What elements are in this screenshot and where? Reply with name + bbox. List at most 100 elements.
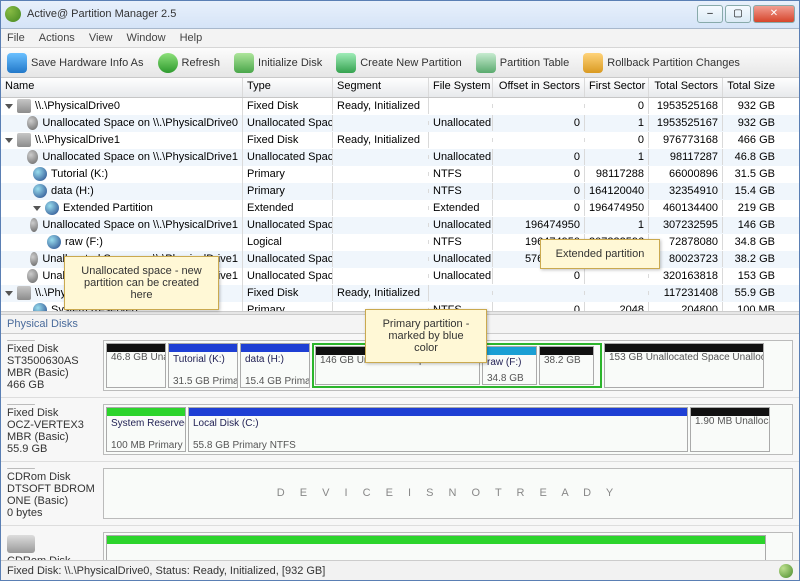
table-row[interactable]: \\.\PhysicalDrive0Fixed DiskReady, Initi… (1, 98, 799, 115)
column-header[interactable]: First Sector (585, 78, 649, 97)
toolbar-save[interactable]: Save Hardware Info As (7, 53, 144, 73)
unalloc-icon (30, 218, 38, 232)
part-icon (45, 201, 59, 215)
expand-icon[interactable] (5, 104, 13, 109)
table-row[interactable]: \\.\PhysicalDrive1Fixed DiskReady, Initi… (1, 132, 799, 149)
column-header[interactable]: Total Sectors (649, 78, 723, 97)
menu-window[interactable]: Window (126, 32, 165, 44)
partition-segment[interactable]: 38.2 GB (539, 346, 594, 385)
table-row[interactable]: Tutorial (K:)PrimaryNTFS0981172886600089… (1, 166, 799, 183)
partition-segment[interactable]: Tutorial (K:)31.5 GB Primary (168, 343, 238, 388)
partition-segment[interactable]: 1.90 MB Unallocated (690, 407, 770, 452)
expand-icon[interactable] (33, 206, 41, 211)
unalloc-icon (27, 116, 38, 130)
callout-extended: Extended partition (540, 239, 660, 269)
column-header[interactable]: Name (1, 78, 243, 97)
menu-file[interactable]: File (7, 32, 25, 44)
create-icon (336, 53, 356, 73)
window-buttons: – ▢ ✕ (697, 5, 795, 23)
unalloc-icon (30, 252, 38, 266)
column-header[interactable]: Segment (333, 78, 429, 97)
table-row[interactable]: Unallocated Space on \\.\PhysicalDrive1U… (1, 149, 799, 166)
partition-segment[interactable]: data (H:)15.4 GB Primary (240, 343, 310, 388)
segment-bar (605, 344, 763, 352)
disk-icon (7, 340, 35, 341)
table-row[interactable]: Unallocated Space on \\.\PhysicalDrive0U… (1, 115, 799, 132)
partition-segment[interactable]: raw (F:)34.8 GB (482, 346, 537, 385)
table-row[interactable]: Extended PartitionExtendedExtended019647… (1, 200, 799, 217)
app-icon (5, 6, 21, 22)
segment-bar (107, 408, 185, 416)
segment-bar (107, 344, 165, 352)
drive-icon (17, 99, 31, 113)
unalloc-icon (27, 269, 38, 283)
unalloc-icon (27, 150, 38, 164)
drive-icon (17, 286, 31, 300)
partition-segment[interactable]: 46.8 GB Unallocated (106, 343, 166, 388)
toolbar-rollback[interactable]: Rollback Partition Changes (583, 53, 740, 73)
close-button[interactable]: ✕ (753, 5, 795, 23)
toolbar-refresh[interactable]: Refresh (158, 53, 221, 73)
physical-disks-panel: Fixed DiskST3500630ASMBR (Basic)466 GB46… (1, 334, 799, 561)
partition-segment[interactable]: System Reserved100 MB Primary (106, 407, 186, 452)
save-icon (7, 53, 27, 73)
rollback-icon (583, 53, 603, 73)
segment-bar (107, 536, 765, 544)
disk-info: CDRom DiskDTSOFT BDROMONE (Basic)0 bytes (7, 468, 97, 519)
expand-icon[interactable] (5, 138, 13, 143)
titlebar: Active@ Partition Manager 2.5 – ▢ ✕ (1, 1, 799, 29)
disk-map[interactable]: D E V I C E I S N O T R E A D Y (103, 468, 793, 519)
toolbar-init[interactable]: Initialize Disk (234, 53, 322, 73)
disk-icon (7, 404, 35, 405)
status-corner-icon (779, 564, 793, 578)
drive-icon (17, 133, 31, 147)
grid-header: NameTypeSegmentFile SystemOffset in Sect… (1, 78, 799, 98)
disk-info: CDRom DiskDTSOFT BDROM (7, 532, 97, 561)
partition-segment[interactable]: Local Disk (C:)55.8 GB Primary NTFS (188, 407, 688, 452)
column-header[interactable]: Offset in Sectors (493, 78, 585, 97)
menu-actions[interactable]: Actions (39, 32, 75, 44)
segment-bar (189, 408, 687, 416)
part-icon (33, 167, 47, 181)
segment-bar (169, 344, 237, 352)
expand-icon[interactable] (5, 291, 13, 296)
disk-icon (7, 468, 35, 469)
table-row[interactable]: data (H:)PrimaryNTFS01641200403235491015… (1, 183, 799, 200)
table-icon (476, 53, 496, 73)
menu-help[interactable]: Help (180, 32, 203, 44)
disk-icon (7, 535, 35, 553)
disk-row: CDRom DiskDTSOFT BDROM (1, 526, 799, 561)
part-icon (33, 184, 47, 198)
init-icon (234, 53, 254, 73)
column-header[interactable]: Type (243, 78, 333, 97)
status-text: Fixed Disk: \\.\PhysicalDrive0, Status: … (7, 565, 325, 577)
column-header[interactable]: File System (429, 78, 493, 97)
window-title: Active@ Partition Manager 2.5 (27, 8, 697, 20)
part-icon (47, 235, 61, 249)
menu-view[interactable]: View (89, 32, 113, 44)
column-header[interactable]: Total Size (723, 78, 779, 97)
disk-map[interactable] (103, 532, 793, 561)
table-row[interactable]: Unallocated Space on \\.\PhysicalDrive1U… (1, 217, 799, 234)
part-icon (33, 303, 47, 310)
partition-segment[interactable] (106, 535, 766, 561)
disk-info: Fixed DiskST3500630ASMBR (Basic)466 GB (7, 340, 97, 391)
partition-segment[interactable]: 153 GB Unallocated Space Unallocated (604, 343, 764, 388)
maximize-button[interactable]: ▢ (725, 5, 751, 23)
minimize-button[interactable]: – (697, 5, 723, 23)
toolbar-create[interactable]: Create New Partition (336, 53, 462, 73)
disk-info: Fixed DiskOCZ-VERTEX3MBR (Basic)55.9 GB (7, 404, 97, 455)
refresh-icon (158, 53, 178, 73)
callout-unallocated: Unallocated space - new partition can be… (64, 256, 219, 310)
table-row[interactable]: raw (F:)LogicalNTFS196474950307232596728… (1, 234, 799, 251)
segment-bar (483, 347, 536, 355)
disk-map[interactable]: System Reserved100 MB PrimaryLocal Disk … (103, 404, 793, 455)
callout-primary: Primary partition - marked by blue color (365, 309, 487, 363)
statusbar: Fixed Disk: \\.\PhysicalDrive0, Status: … (1, 560, 799, 580)
toolbar-table[interactable]: Partition Table (476, 53, 570, 73)
segment-bar (241, 344, 309, 352)
disk-row: Fixed DiskOCZ-VERTEX3MBR (Basic)55.9 GBS… (1, 398, 799, 462)
segment-bar (540, 347, 593, 355)
toolbar: Save Hardware Info As Refresh Initialize D… (1, 48, 799, 78)
disk-row: CDRom DiskDTSOFT BDROMONE (Basic)0 bytes… (1, 462, 799, 526)
